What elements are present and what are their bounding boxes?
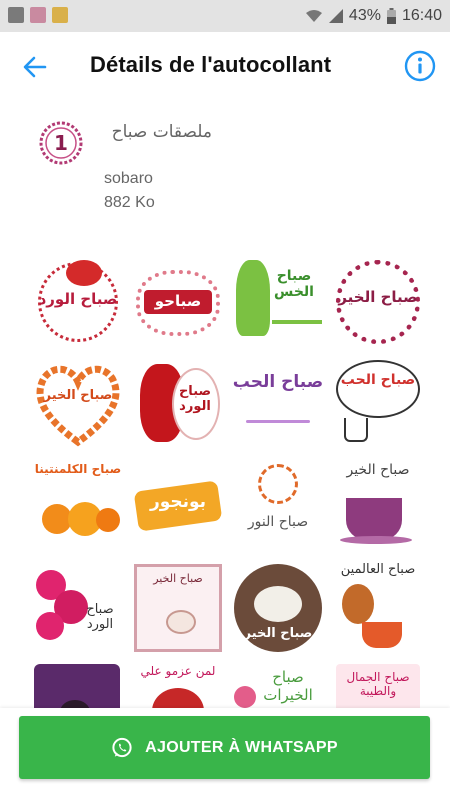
sticker-6[interactable]: صباح الورد (132, 358, 224, 450)
signal-icon (328, 9, 343, 23)
pack-name: ملصقات صباح (111, 122, 212, 142)
add-to-whatsapp-label: AJOUTER À WHATSAPP (145, 738, 338, 756)
sticker-5[interactable]: صباح الخير (32, 358, 124, 450)
pack-size: 882 Ko (104, 194, 155, 211)
back-arrow-icon[interactable] (18, 50, 52, 84)
notification-icons (8, 7, 68, 23)
add-to-whatsapp-button[interactable]: AJOUTER À WHATSAPP (19, 716, 430, 779)
page-title: Détails de l'autocollant (90, 52, 332, 77)
sticker-13[interactable]: صباح الورد (32, 562, 124, 654)
sticker-4[interactable]: صباح الخير (332, 256, 424, 348)
sticker-12[interactable]: صباح الخير (332, 460, 424, 552)
pack-icon-number: 1 (54, 131, 68, 155)
sticker-14[interactable]: صباح الخير (132, 562, 224, 654)
battery-percent: 43% (348, 7, 381, 24)
app-notification-icon (30, 7, 46, 23)
pack-author: sobaro (104, 170, 153, 187)
footer: AJOUTER À WHATSAPP (0, 708, 450, 800)
pack-tray-icon: 1 (38, 120, 84, 166)
sticker-16[interactable]: صباح العالمين (332, 562, 424, 654)
sticker-11[interactable]: صباح النور (232, 460, 324, 552)
system-indicators: 43% 16:40 (305, 0, 442, 32)
clock: 16:40 (401, 7, 442, 24)
sticker-9[interactable]: صباح الكلمنتينا (32, 460, 124, 552)
sticker-1[interactable]: صباح الورد (32, 256, 124, 348)
sticker-10[interactable]: بونجور (132, 460, 224, 552)
app-bar: Détails de l'autocollant (0, 32, 450, 100)
wifi-icon (305, 10, 322, 22)
sticker-8[interactable]: صباح الحب (332, 358, 424, 450)
battery-icon (386, 8, 396, 24)
image-notification-icon (8, 7, 24, 23)
status-bar: 43% 16:40 (0, 0, 450, 32)
sticker-2[interactable]: صباحو (132, 256, 224, 348)
sticker-grid: صباح الورد صباحو صباح الخس صباح الخير صب… (0, 250, 450, 715)
photo-notification-icon (52, 7, 68, 23)
info-icon[interactable] (404, 50, 436, 82)
sticker-3[interactable]: صباح الخس (232, 254, 324, 346)
whatsapp-icon (112, 737, 132, 757)
sticker-7[interactable]: صباح الحب (232, 358, 324, 450)
sticker-15[interactable]: صباح الخير (232, 562, 324, 654)
